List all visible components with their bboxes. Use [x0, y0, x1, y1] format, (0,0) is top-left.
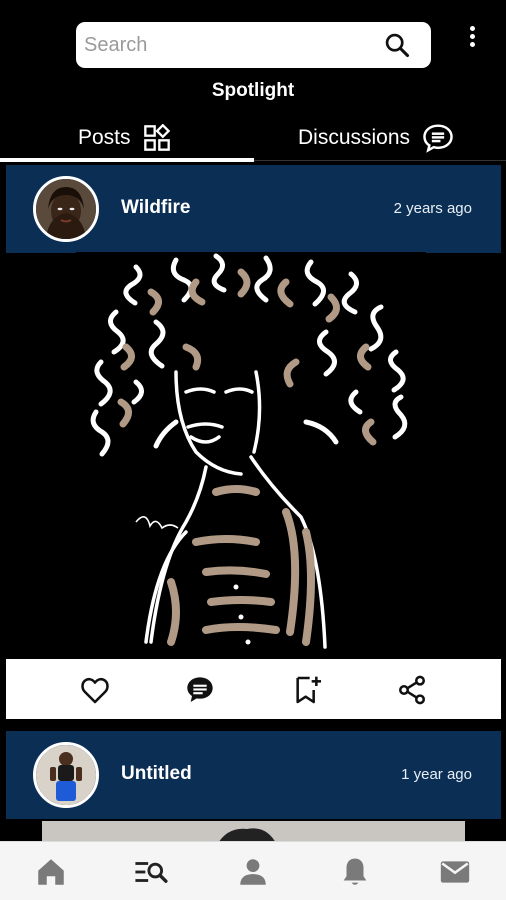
heart-icon[interactable]	[79, 674, 111, 706]
search-input[interactable]	[84, 22, 374, 68]
post-header[interactable]: Untitled 1 year ago	[6, 731, 501, 819]
bottom-navigation	[0, 841, 506, 900]
tab-discussions[interactable]: Discussions	[298, 118, 454, 158]
comment-icon[interactable]	[184, 674, 216, 706]
active-tab-indicator	[0, 158, 254, 162]
search-icon[interactable]	[383, 31, 411, 59]
top-bar: Spotlight Posts Discussions	[0, 0, 506, 162]
mail-icon[interactable]	[437, 855, 473, 889]
share-icon[interactable]	[396, 674, 428, 706]
avatar[interactable]	[33, 742, 99, 808]
search-box[interactable]	[76, 22, 431, 68]
post-timestamp: 1 year ago	[401, 766, 472, 783]
tab-discussions-label: Discussions	[298, 126, 411, 149]
post-title[interactable]: Wildfire	[121, 197, 191, 219]
profile-icon[interactable]	[235, 855, 271, 889]
bookmark-add-icon[interactable]	[291, 674, 323, 706]
search-list-icon[interactable]	[133, 855, 169, 889]
post-image[interactable]	[76, 252, 426, 658]
chat-bubble-icon	[423, 124, 453, 153]
more-options-icon[interactable]	[465, 26, 479, 52]
post-title[interactable]: Untitled	[121, 763, 192, 785]
tab-posts-label: Posts	[78, 126, 131, 149]
tab-divider	[254, 160, 506, 161]
grid-plus-icon	[143, 124, 170, 151]
notifications-icon[interactable]	[337, 855, 373, 889]
page-title: Spotlight	[211, 80, 295, 101]
avatar[interactable]	[33, 176, 99, 242]
post-timestamp: 2 years ago	[393, 200, 472, 217]
home-icon[interactable]	[33, 855, 69, 889]
tab-posts[interactable]: Posts	[78, 118, 171, 158]
post-actions-bar	[6, 659, 501, 719]
post-header[interactable]: Wildfire 2 years ago	[6, 165, 501, 253]
